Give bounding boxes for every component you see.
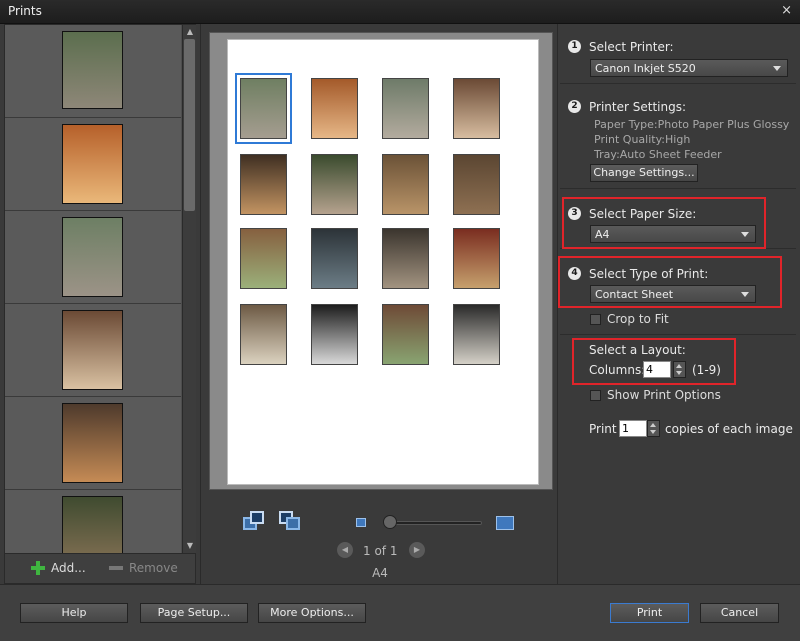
settings-panel: 1 Select Printer: Canon Inkjet S520 2 Pr…: [558, 24, 800, 584]
zoom-in-icon[interactable]: [496, 516, 514, 530]
paper-type-line: Paper Type:Photo Paper Plus Glossy: [594, 118, 790, 131]
paper-size-label: A4: [372, 566, 388, 580]
remove-button[interactable]: Remove: [109, 561, 178, 575]
add-label: Add...: [51, 561, 86, 575]
contact-sheet-photo[interactable]: [311, 304, 358, 365]
copies-stepper[interactable]: [647, 420, 660, 437]
contact-sheet-photo[interactable]: [240, 304, 287, 365]
contact-sheet-photo[interactable]: [453, 78, 500, 139]
preview-controls: ◀ 1 of 1 ▶ A4: [201, 502, 559, 582]
printer-section: 1 Select Printer: Canon Inkjet S520: [560, 24, 796, 84]
layout-highlight: [572, 338, 736, 385]
step-1-badge: 1: [568, 40, 581, 53]
step-2-badge: 2: [568, 100, 581, 113]
close-icon[interactable]: ×: [781, 3, 792, 18]
thumbnail-item[interactable]: [5, 211, 181, 304]
page-setup-button[interactable]: Page Setup...: [140, 603, 248, 623]
title-bar: Prints ×: [0, 0, 800, 24]
print-button[interactable]: Print: [610, 603, 689, 623]
bottom-button-bar: Help Page Setup... More Options... Print…: [0, 584, 800, 641]
contact-sheet-photo[interactable]: [382, 154, 429, 215]
contact-sheet-photo[interactable]: [453, 304, 500, 365]
add-button[interactable]: Add...: [31, 561, 86, 575]
paper-size-highlight: [562, 197, 766, 249]
change-settings-button[interactable]: Change Settings...: [590, 164, 698, 182]
contact-sheet-photo[interactable]: [240, 228, 287, 289]
printer-settings-label: Printer Settings:: [589, 100, 686, 114]
thumbnail-item[interactable]: [5, 25, 181, 118]
contact-sheet-photo[interactable]: [453, 228, 500, 289]
scroll-down-icon[interactable]: ▼: [183, 539, 197, 553]
contact-sheet-photo[interactable]: [382, 228, 429, 289]
thumbnail-item[interactable]: [5, 304, 181, 397]
zoom-slider-handle[interactable]: [383, 515, 397, 529]
next-page-icon[interactable]: ▶: [409, 542, 425, 558]
thumbnail-image: [62, 496, 123, 553]
contact-sheet-photo[interactable]: [311, 78, 358, 139]
preview-panel: ◀ 1 of 1 ▶ A4: [200, 24, 558, 584]
window-title: Prints: [8, 4, 42, 18]
crop-to-fit-checkbox[interactable]: Crop to Fit: [590, 312, 669, 326]
show-print-options-label: Show Print Options: [607, 388, 721, 402]
printer-value: Canon Inkjet S520: [595, 62, 696, 75]
thumbnail-image: [62, 403, 123, 483]
thumbnail-footer: Add... Remove: [5, 553, 195, 583]
scrollbar-thumb[interactable]: [184, 39, 195, 211]
rotate-right-icon[interactable]: [279, 511, 301, 531]
contact-sheet-photo[interactable]: [240, 154, 287, 215]
print-copies-label: Print: [589, 422, 617, 436]
select-printer-label: Select Printer:: [589, 40, 674, 54]
help-button[interactable]: Help: [20, 603, 128, 623]
thumbnail-scrollbar[interactable]: ▲ ▼: [182, 25, 196, 553]
crop-to-fit-label: Crop to Fit: [607, 312, 669, 326]
printer-settings-section: 2 Printer Settings: Paper Type:Photo Pap…: [560, 84, 796, 189]
contact-sheet-photo[interactable]: [453, 154, 500, 215]
printer-dropdown[interactable]: Canon Inkjet S520: [590, 59, 788, 77]
contact-sheet-photo[interactable]: [235, 73, 292, 144]
thumbnail-item[interactable]: [5, 118, 181, 211]
tray-line: Tray:Auto Sheet Feeder: [594, 148, 722, 161]
show-print-options-checkbox[interactable]: Show Print Options: [590, 388, 721, 402]
contact-sheet-photo[interactable]: [311, 154, 358, 215]
page-indicator: 1 of 1: [363, 544, 398, 558]
thumbnail-image: [62, 217, 123, 297]
thumbnail-item[interactable]: [5, 490, 181, 553]
print-type-highlight: [558, 256, 782, 308]
contact-sheet-photo[interactable]: [311, 228, 358, 289]
scroll-up-icon[interactable]: ▲: [183, 25, 197, 39]
print-quality-line: Print Quality:High: [594, 133, 691, 146]
copies-suffix: copies of each image: [665, 422, 793, 436]
copies-input[interactable]: 1: [619, 420, 647, 437]
thumbnail-image: [62, 310, 123, 390]
preview-frame: [209, 32, 553, 490]
thumbnail-list: [5, 25, 181, 553]
print-preview-page: [227, 39, 539, 485]
page-navigator: ◀ 1 of 1 ▶: [337, 542, 427, 562]
zoom-out-icon[interactable]: [356, 518, 366, 527]
thumbnail-image: [62, 124, 123, 204]
contact-sheet-photo[interactable]: [382, 304, 429, 365]
plus-icon: [31, 561, 45, 575]
checkbox-box[interactable]: [590, 313, 601, 325]
contact-sheet-photo[interactable]: [382, 78, 429, 139]
thumbnail-image: [62, 31, 123, 109]
zoom-slider[interactable]: [386, 521, 482, 525]
cancel-button[interactable]: Cancel: [700, 603, 779, 623]
chevron-down-icon: [773, 66, 781, 71]
prev-page-icon[interactable]: ◀: [337, 542, 353, 558]
more-options-button[interactable]: More Options...: [258, 603, 366, 623]
thumbnail-item[interactable]: [5, 397, 181, 490]
remove-label: Remove: [129, 561, 178, 575]
rotate-left-icon[interactable]: [243, 511, 265, 531]
checkbox-box[interactable]: [590, 389, 601, 401]
thumbnail-panel: ▲ ▼ Add... Remove: [4, 24, 196, 584]
minus-icon: [109, 566, 123, 570]
